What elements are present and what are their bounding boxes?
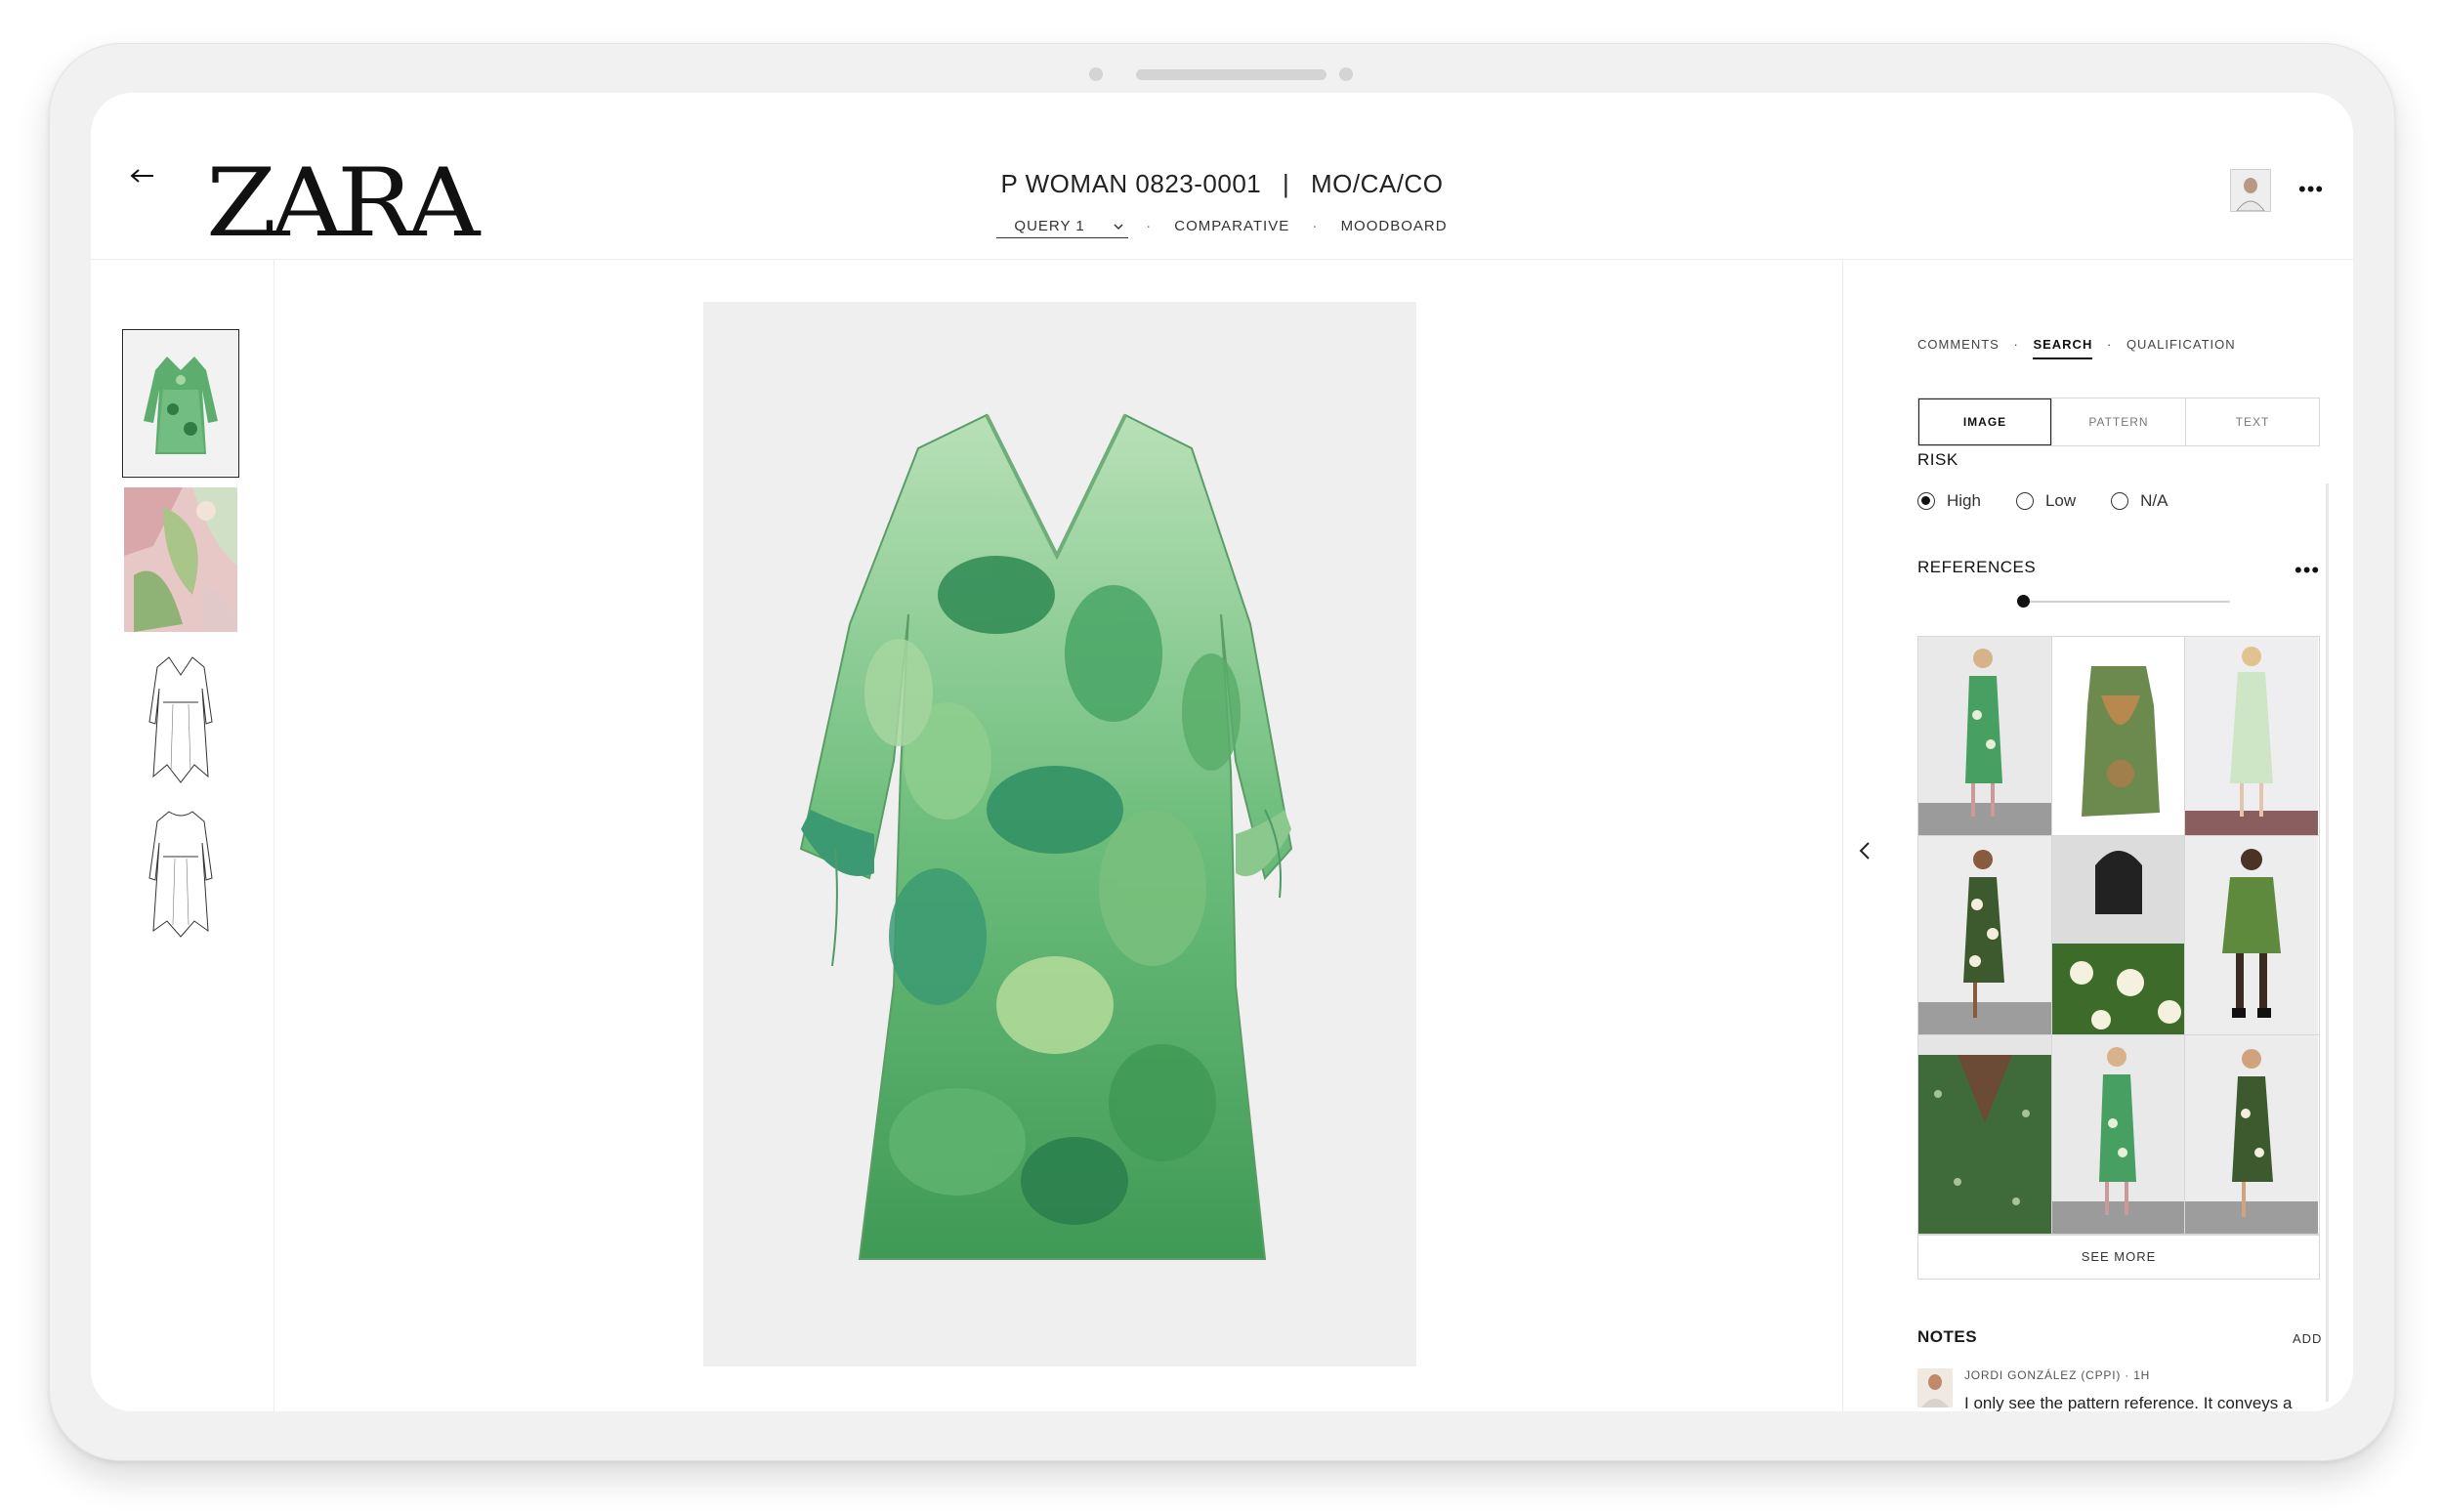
speaker-bar [1136, 69, 1326, 80]
tab-search[interactable]: SEARCH [2033, 337, 2093, 359]
reference-image[interactable] [2185, 637, 2319, 836]
nav-separator: · [1146, 218, 1153, 234]
tab-qualification[interactable]: QUALIFICATION [2126, 337, 2236, 352]
note-text: I only see the pattern reference. It con… [1964, 1394, 2293, 1411]
risk-option-label: High [1947, 491, 1981, 510]
thumbnail-sketch-front[interactable] [124, 644, 237, 788]
tab-separator: · [2013, 337, 2019, 352]
note-author: JORDI GONZÁLEZ (CPPI) · 1H [1964, 1368, 2151, 1382]
references-label: REFERENCES [1917, 558, 2037, 576]
tab-comments[interactable]: COMMENTS [1917, 337, 2000, 352]
risk-option-label: Low [2044, 491, 2077, 510]
similarity-slider-handle[interactable] [2017, 595, 2030, 608]
risk-label: RISK [1917, 450, 1958, 469]
more-horizontal-icon[interactable]: ••• [2298, 179, 2324, 200]
mode-image-button[interactable]: IMAGE [1918, 399, 2051, 445]
reference-image[interactable] [2051, 836, 2186, 1035]
similarity-slider-track[interactable] [2025, 601, 2230, 603]
reference-image[interactable] [1918, 836, 2052, 1035]
avatar[interactable] [2230, 169, 2271, 212]
main-product-image [703, 302, 1416, 1366]
radio-checked-icon [1917, 492, 1935, 510]
tablet-frame: ZARA P WOMAN 0823-0001 | MO/CA/CO QUERY … [49, 43, 2395, 1461]
page-title: P WOMAN 0823-0001 | MO/CA/CO [91, 169, 2353, 199]
sensor-dot [1339, 67, 1353, 81]
header-divider [91, 259, 2353, 260]
chevron-down-icon [1114, 224, 1123, 231]
nav-separator: · [1312, 218, 1319, 234]
reference-image[interactable] [2185, 1035, 2319, 1235]
mode-pattern-button[interactable]: PATTERN [2051, 399, 2185, 445]
title-separator: | [1282, 169, 1290, 198]
query-dropdown[interactable]: QUERY 1 [996, 218, 1129, 238]
thumbnail-print-detail[interactable] [124, 487, 237, 632]
app-screen: ZARA P WOMAN 0823-0001 | MO/CA/CO QUERY … [91, 93, 2353, 1411]
tab-separator: · [2106, 337, 2113, 352]
tab-comparative[interactable]: COMPARATIVE [1174, 218, 1289, 234]
radio-unchecked-icon [2111, 492, 2129, 510]
avatar [1917, 1368, 1953, 1407]
thumbnail-sketch-back[interactable] [124, 800, 237, 945]
risk-option-label: N/A [2140, 491, 2168, 510]
risk-option-na[interactable]: N/A [2111, 491, 2168, 511]
reference-image[interactable] [1918, 637, 2052, 836]
product-category: MO/CA/CO [1310, 169, 1444, 198]
camera-dot [1089, 67, 1103, 81]
reference-image[interactable] [2185, 836, 2319, 1035]
search-mode-toggle: IMAGE PATTERN TEXT [1917, 398, 2320, 446]
product-code: P WOMAN 0823-0001 [1000, 169, 1262, 198]
panel-tabs: COMMENTS · SEARCH · QUALIFICATION [1917, 337, 2246, 359]
more-horizontal-icon[interactable]: ••• [2295, 560, 2320, 581]
reference-image[interactable] [2051, 1035, 2186, 1235]
view-nav: QUERY 1 · COMPARATIVE · MOODBOARD [91, 218, 2353, 238]
see-more-button[interactable]: SEE MORE [1917, 1234, 2320, 1280]
notes-label: NOTES [1917, 1327, 1978, 1346]
risk-radio-group: High Low N/A [1917, 491, 2204, 511]
user-avatar-image [2231, 170, 2270, 212]
mode-text-button[interactable]: TEXT [2185, 399, 2319, 445]
tab-moodboard[interactable]: MOODBOARD [1341, 218, 1448, 234]
radio-unchecked-icon [2015, 492, 2034, 510]
panel-divider [1842, 259, 1843, 1411]
reference-image[interactable] [1918, 1035, 2052, 1235]
chevron-left-icon[interactable] [1857, 839, 1873, 862]
references-grid [1917, 636, 2320, 1236]
panel-scrollbar[interactable] [2326, 483, 2329, 1402]
add-note-button[interactable]: ADD [2293, 1331, 2322, 1346]
reference-image[interactable] [2051, 637, 2186, 836]
thumbnail-dress-photo[interactable] [122, 329, 239, 478]
risk-option-low[interactable]: Low [2015, 491, 2077, 511]
query-label: QUERY 1 [1014, 218, 1085, 234]
risk-option-high[interactable]: High [1917, 491, 1981, 511]
